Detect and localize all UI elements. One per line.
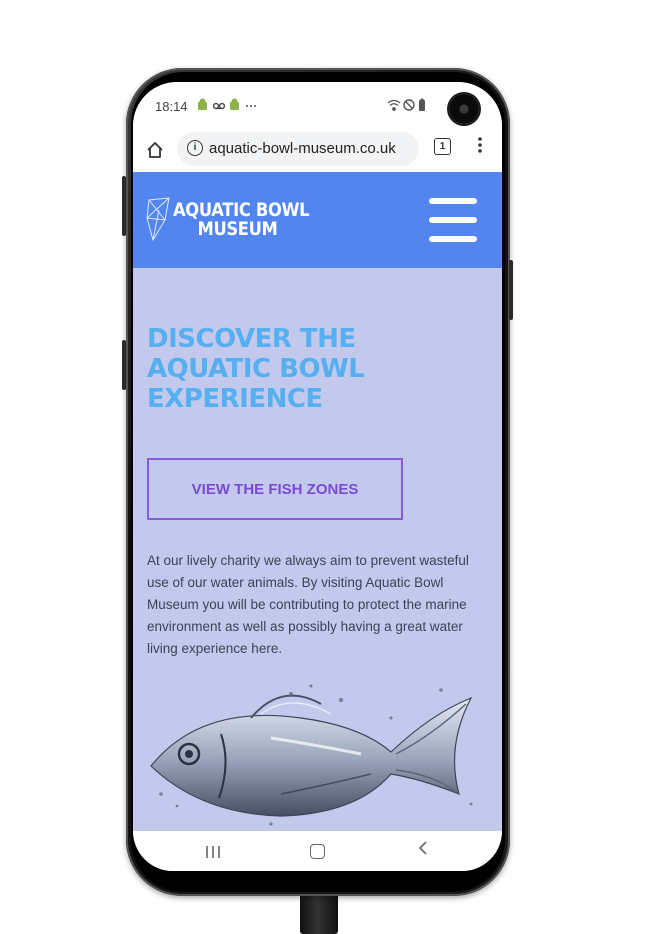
hamburger-bar [429,236,477,242]
home-icon [147,142,163,158]
power-button [509,260,513,320]
recents-icon [206,846,220,858]
dnd-icon [403,99,415,111]
bixby-button [122,340,126,390]
notification-icons [197,98,257,115]
logo-crystal-icon [145,196,171,249]
front-camera [449,94,479,124]
home-nav-button[interactable] [310,844,325,859]
overflow-menu-icon [478,137,482,153]
android-nav-bar [133,831,502,871]
back-chevron-icon [418,841,427,855]
hamburger-bar [429,217,477,223]
tab-switcher-button[interactable]: 1 [434,138,451,155]
hamburger-menu-button[interactable] [429,198,477,242]
android-debug-icon [230,98,239,110]
web-page: AQUATIC BOWL MUSEUM DISCOVER THE AQUATIC… [133,172,502,831]
recents-button[interactable] [205,845,221,862]
more-dots-icon [246,105,256,107]
status-bar: 18:14 [133,82,502,130]
wifi-icon [387,99,401,111]
system-icons [387,98,431,115]
hero-title-line: EXPERIENCE [147,384,323,414]
hero-title: DISCOVER THE AQUATIC BOWL EXPERIENCE [147,324,477,414]
hero-title-line: AQUATIC BOWL [147,354,365,384]
android-icon [198,98,207,110]
water-fish-image [150,684,473,826]
hero-title-line: DISCOVER THE [147,324,356,354]
view-fish-zones-label: VIEW THE FISH ZONES [191,480,359,498]
address-bar-url: aquatic-bowl-museum.co.uk [209,140,396,157]
browser-toolbar: i aquatic-bowl-museum.co.uk 1 [133,130,502,172]
phone-screen: 18:14 i aquatic-bowl-museum.co.uk 1 AQUA… [133,82,502,871]
site-header: AQUATIC BOWL MUSEUM [133,172,502,268]
volume-button [122,176,126,236]
back-button[interactable] [417,839,429,863]
battery-icon [419,98,425,111]
logo-line-2: MUSEUM [197,218,278,240]
intro-paragraph: At our lively charity we always aim to p… [147,553,469,656]
usb-cable [300,893,338,934]
browser-menu-button[interactable] [477,136,483,157]
site-info-icon[interactable]: i [187,140,203,156]
browser-home-button[interactable] [141,136,169,164]
hamburger-bar [429,198,477,204]
site-logo[interactable]: AQUATIC BOWL MUSEUM [173,201,310,240]
status-time: 18:14 [155,99,188,114]
voicemail-icon [212,102,226,110]
view-fish-zones-button[interactable]: VIEW THE FISH ZONES [147,458,403,520]
address-bar[interactable]: i aquatic-bowl-museum.co.uk [177,132,419,166]
